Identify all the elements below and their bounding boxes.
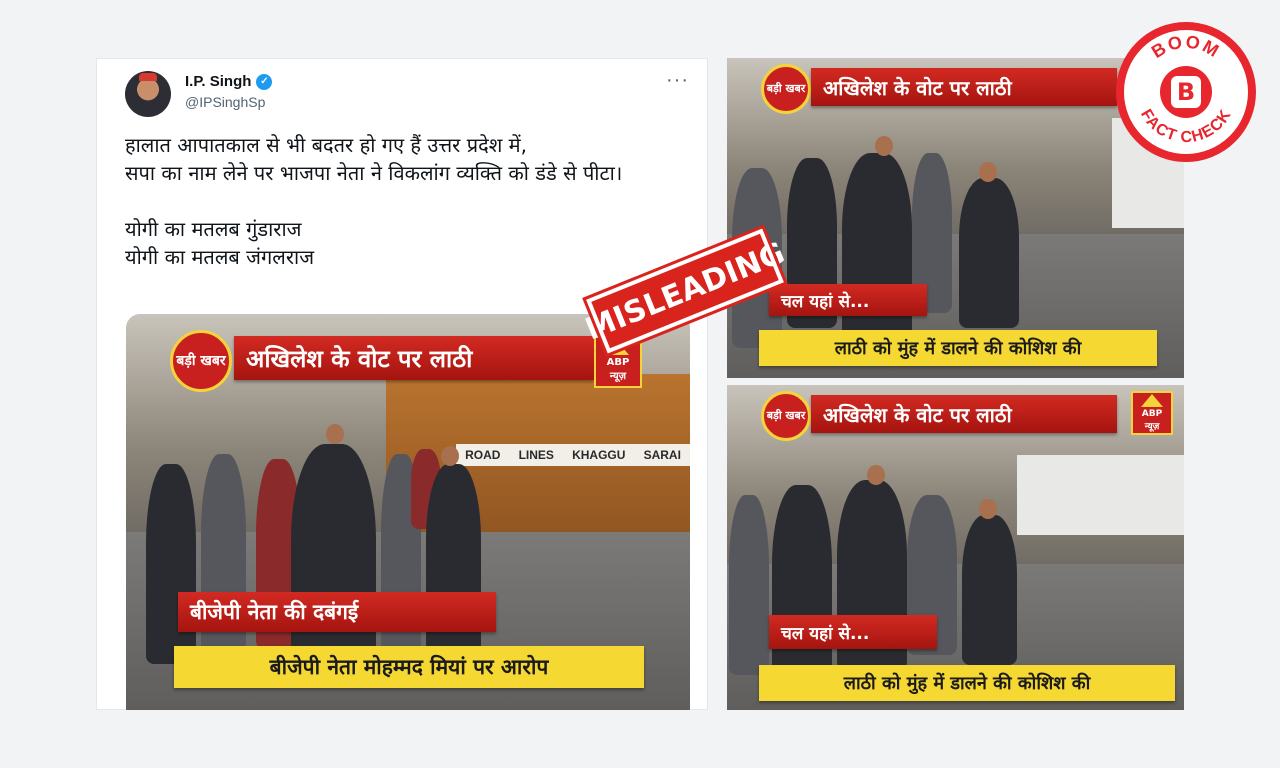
truck-text: LINES: [518, 448, 554, 462]
yellow-caption: लाठी को मुंह में डालने की कोशिश की: [759, 665, 1175, 701]
channel-sub: न्यूज़: [1144, 422, 1160, 432]
breaking-news-badge: बड़ी खबर: [761, 64, 811, 114]
breaking-news-badge: बड़ी खबर: [761, 391, 811, 441]
author-handle[interactable]: @IPSinghSp: [185, 94, 265, 110]
boom-logo-center: B: [1160, 66, 1212, 118]
channel-name: ABP: [606, 357, 630, 368]
red-caption: चल यहां से...: [769, 284, 927, 316]
person: [146, 464, 196, 664]
person: [959, 178, 1019, 328]
boom-logo-top-text: BOOM: [1148, 31, 1222, 62]
breaking-news-badge: बड़ी खबर: [170, 330, 232, 392]
person: [772, 485, 832, 685]
channel-logo-triangle-icon: [1141, 394, 1163, 407]
channel-name: ABP: [1141, 409, 1163, 419]
red-caption: बीजेपी नेता की दबंगई: [178, 592, 496, 632]
video-still-bottom[interactable]: बड़ी खबर अखिलेश के वोट पर लाठी ABP न्यूज…: [727, 385, 1184, 710]
headline-banner: अखिलेश के वोट पर लाठी: [234, 336, 594, 380]
tweet-video-frame[interactable]: ROAD LINES KHAGGU SARAI बड़ी खबर अखिलेश …: [126, 314, 690, 710]
person-head: [979, 499, 997, 519]
person-head: [867, 465, 885, 485]
headline-banner: अखिलेश के वोट पर लाठी: [811, 395, 1117, 433]
person-head: [979, 162, 997, 182]
boom-letter-icon: B: [1171, 76, 1201, 108]
more-options-icon[interactable]: ···: [666, 69, 689, 92]
person-head: [326, 424, 344, 444]
channel-logo: ABP न्यूज़: [1131, 391, 1173, 435]
author-name[interactable]: I.P. Singh: [185, 73, 251, 90]
person-head: [875, 136, 893, 156]
headline-banner: अखिलेश के वोट पर लाठी: [811, 68, 1117, 106]
person: [962, 515, 1017, 665]
truck-text: ROAD: [465, 448, 501, 462]
truck-text: KHAGGU: [572, 448, 626, 462]
tweet-text: हालात आपातकाल से भी बदतर हो गए हैं उत्तर…: [125, 133, 623, 269]
truck-text-strip: ROAD LINES KHAGGU SARAI: [456, 444, 690, 466]
person: [729, 495, 769, 675]
red-caption: चल यहां से...: [769, 615, 937, 649]
boom-fact-check-logo: BOOM FACT CHECK B: [1116, 22, 1256, 162]
verified-badge-icon: ✓: [256, 73, 273, 90]
yellow-caption: बीजेपी नेता मोहम्मद मियां पर आरोप: [174, 646, 644, 688]
truck-text: SARAI: [643, 448, 681, 462]
channel-sub: न्यूज़: [609, 371, 627, 382]
svg-text:BOOM: BOOM: [1148, 31, 1224, 62]
avatar[interactable]: [125, 71, 171, 117]
yellow-caption: लाठी को मुंह में डालने की कोशिश की: [759, 330, 1157, 366]
person-head: [441, 446, 459, 466]
author-row: I.P. Singh ✓: [185, 73, 273, 90]
truck-graphic: [1017, 455, 1184, 535]
